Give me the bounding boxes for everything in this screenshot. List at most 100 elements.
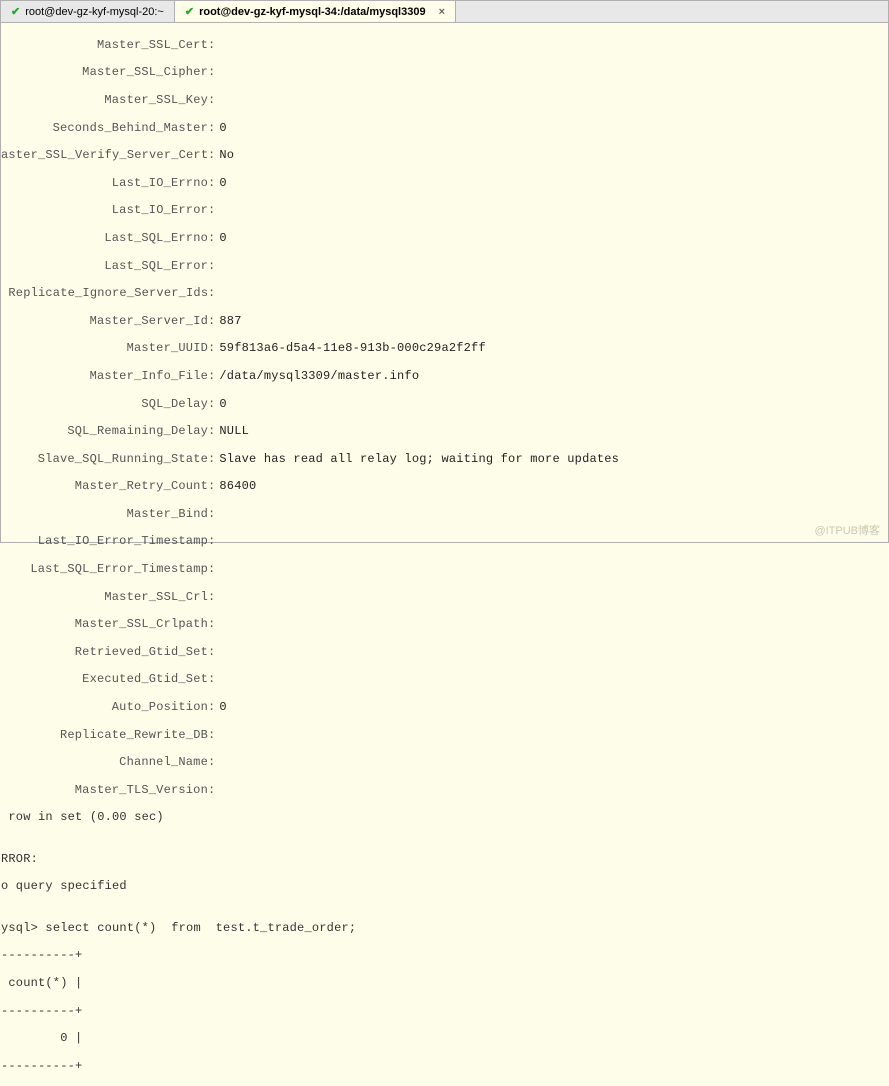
status-value — [215, 618, 219, 632]
status-label: Master_UUID — [1, 342, 208, 356]
status-row: Master_TLS_Version: — [1, 784, 888, 798]
status-value — [215, 535, 219, 549]
status-label: Last_SQL_Error_Timestamp — [1, 563, 208, 577]
status-label: Master_Info_File — [1, 370, 208, 384]
status-label: Slave_SQL_Running_State — [1, 453, 208, 467]
status-label: Master_SSL_Crlpath — [1, 618, 208, 632]
watermark: @ITPUB博客 — [814, 522, 880, 538]
status-row: Last_SQL_Errno:0 — [1, 232, 888, 246]
status-value — [215, 756, 219, 770]
status-row: Master_SSL_Crlpath: — [1, 618, 888, 632]
status-row: Seconds_Behind_Master:0 — [1, 122, 888, 136]
error-line: o query specified — [1, 880, 888, 894]
tab-label: root@dev-gz-kyf-mysql-20:~ — [25, 6, 164, 18]
status-label: SQL_Delay — [1, 398, 208, 412]
status-value: 0 — [215, 398, 226, 412]
status-value — [215, 729, 219, 743]
status-label: Master_Bind — [1, 508, 208, 522]
close-icon[interactable]: × — [439, 6, 445, 18]
status-value: Slave has read all relay log; waiting fo… — [215, 453, 619, 467]
status-label: Master_SSL_Key — [1, 94, 208, 108]
status-row: Last_SQL_Error_Timestamp: — [1, 563, 888, 577]
status-value — [215, 204, 219, 218]
status-row: Master_SSL_Cert: — [1, 39, 888, 53]
mysql-prompt: ysql> — [1, 921, 45, 935]
tab-inactive[interactable]: ✔ root@dev-gz-kyf-mysql-20:~ — [1, 1, 175, 22]
status-label: SQL_Remaining_Delay — [1, 425, 208, 439]
status-label: Last_IO_Error — [1, 204, 208, 218]
status-row: SQL_Delay:0 — [1, 398, 888, 412]
status-value: 0 — [215, 232, 226, 246]
status-label: Last_SQL_Error — [1, 260, 208, 274]
status-label: Retrieved_Gtid_Set — [1, 646, 208, 660]
status-row: Master_SSL_Cipher: — [1, 66, 888, 80]
status-row: Master_Retry_Count:86400 — [1, 480, 888, 494]
status-row: Retrieved_Gtid_Set: — [1, 646, 888, 660]
status-row: Master_SSL_Crl: — [1, 591, 888, 605]
checkmark-icon: ✔ — [185, 5, 194, 18]
status-value — [215, 673, 219, 687]
status-value — [215, 287, 219, 301]
status-label: Channel_Name — [1, 756, 208, 770]
status-label: Last_SQL_Errno — [1, 232, 208, 246]
status-row: Master_Info_File:/data/mysql3309/master.… — [1, 370, 888, 384]
status-value — [215, 646, 219, 660]
status-row: Executed_Gtid_Set: — [1, 673, 888, 687]
status-value: 86400 — [215, 480, 256, 494]
status-value: 0 — [215, 177, 226, 191]
status-row: SQL_Remaining_Delay:NULL — [1, 425, 888, 439]
status-value — [215, 563, 219, 577]
tab-active[interactable]: ✔ root@dev-gz-kyf-mysql-34:/data/mysql33… — [175, 1, 456, 22]
status-value: NULL — [215, 425, 249, 439]
status-label: Master_SSL_Crl — [1, 591, 208, 605]
status-value: No — [215, 149, 234, 163]
status-value — [215, 260, 219, 274]
status-value — [215, 591, 219, 605]
checkmark-icon: ✔ — [11, 5, 20, 18]
status-row: Last_IO_Error: — [1, 204, 888, 218]
tab-bar: ✔ root@dev-gz-kyf-mysql-20:~ ✔ root@dev-… — [1, 1, 888, 23]
status-label: Master_Server_Id — [1, 315, 208, 329]
status-row: Auto_Position:0 — [1, 701, 888, 715]
table-header: count(*) | — [1, 977, 888, 991]
status-row: aster_SSL_Verify_Server_Cert:No — [1, 149, 888, 163]
status-value — [215, 94, 219, 108]
table-separator: ----------+ — [1, 949, 888, 963]
status-row: Replicate_Rewrite_DB: — [1, 729, 888, 743]
status-row: Replicate_Ignore_Server_Ids: — [1, 287, 888, 301]
status-row: Last_IO_Error_Timestamp: — [1, 535, 888, 549]
status-row: Master_SSL_Key: — [1, 94, 888, 108]
status-value: /data/mysql3309/master.info — [215, 370, 419, 384]
status-label: Master_SSL_Cipher — [1, 66, 208, 80]
status-row: Master_Bind: — [1, 508, 888, 522]
status-label: Master_TLS_Version — [1, 784, 208, 798]
table-value: 0 | — [1, 1032, 888, 1046]
status-row: Channel_Name: — [1, 756, 888, 770]
status-label: Master_Retry_Count — [1, 480, 208, 494]
status-row: Last_IO_Errno:0 — [1, 177, 888, 191]
status-label: aster_SSL_Verify_Server_Cert — [1, 149, 208, 163]
status-value — [215, 39, 219, 53]
status-label: Replicate_Ignore_Server_Ids — [1, 287, 208, 301]
status-label: Last_IO_Error_Timestamp — [1, 535, 208, 549]
sql-query: select count(*) from test.t_trade_order; — [45, 921, 356, 935]
status-value — [215, 784, 219, 798]
status-row: Last_SQL_Error: — [1, 260, 888, 274]
status-label: Replicate_Rewrite_DB — [1, 729, 208, 743]
status-value: 887 — [215, 315, 241, 329]
status-value: 0 — [215, 701, 226, 715]
status-value: 0 — [215, 122, 226, 136]
status-value — [215, 508, 219, 522]
status-label: Last_IO_Errno — [1, 177, 208, 191]
error-line: RROR: — [1, 853, 888, 867]
status-value: 59f813a6-d5a4-11e8-913b-000c29a2f2ff — [215, 342, 485, 356]
status-label: Seconds_Behind_Master — [1, 122, 208, 136]
prompt-line: ysql> select count(*) from test.t_trade_… — [1, 922, 888, 936]
status-label: Auto_Position — [1, 701, 208, 715]
status-label: Executed_Gtid_Set — [1, 673, 208, 687]
terminal-output[interactable]: Master_SSL_Cert: Master_SSL_Cipher: Mast… — [1, 23, 888, 1086]
rowset-line: row in set (0.00 sec) — [1, 811, 888, 825]
tab-label: root@dev-gz-kyf-mysql-34:/data/mysql3309 — [199, 6, 426, 18]
status-row: Master_Server_Id:887 — [1, 315, 888, 329]
status-row: Slave_SQL_Running_State:Slave has read a… — [1, 453, 888, 467]
